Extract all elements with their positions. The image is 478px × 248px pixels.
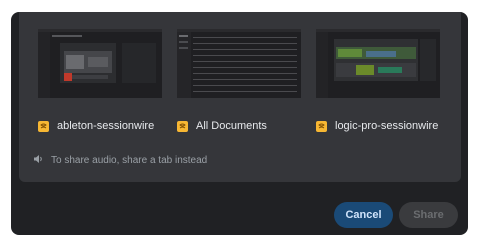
screen-share-dialog: ableton-sessionwire All Documents logic-… (11, 12, 468, 235)
share-tile-ableton[interactable]: ableton-sessionwire (38, 29, 162, 139)
speaker-icon (33, 154, 44, 167)
audio-hint-text: To share audio, share a tab instead (51, 155, 208, 166)
tab-preview-thumbnail[interactable] (38, 29, 162, 98)
share-tile-all-documents[interactable]: All Documents (177, 29, 301, 139)
sessionwire-favicon-icon (177, 120, 188, 132)
tab-label-row: logic-pro-sessionwire (316, 118, 438, 134)
tab-preview-thumbnail[interactable] (316, 29, 440, 98)
tab-preview-thumbnail[interactable] (177, 29, 301, 98)
share-tile-logic-pro[interactable]: logic-pro-sessionwire (316, 29, 440, 139)
cancel-button[interactable]: Cancel (334, 202, 393, 228)
tab-label-row: ableton-sessionwire (38, 118, 154, 134)
tab-title: All Documents (196, 120, 267, 132)
tab-title: ableton-sessionwire (57, 120, 155, 132)
share-source-panel: ableton-sessionwire All Documents logic-… (19, 12, 461, 182)
share-audio-hint: To share audio, share a tab instead (33, 154, 207, 167)
sessionwire-favicon-icon (38, 120, 49, 132)
tab-title: logic-pro-sessionwire (335, 120, 439, 132)
sessionwire-favicon-icon (316, 120, 327, 132)
share-button[interactable]: Share (399, 202, 458, 228)
tab-label-row: All Documents (177, 118, 267, 134)
